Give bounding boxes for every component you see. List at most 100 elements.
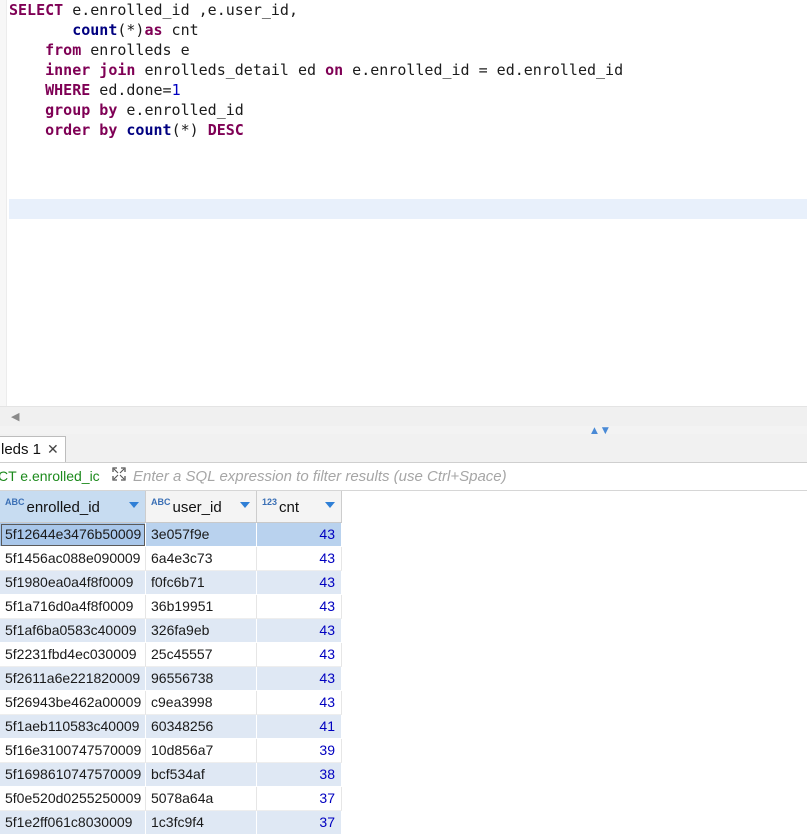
cell-user-id[interactable]: 1c3fc9f4	[146, 811, 257, 835]
cell-cnt[interactable]: 43	[257, 547, 342, 571]
code-line[interactable]: WHERE ed.done=1	[9, 80, 623, 100]
table-row[interactable]: 5f1456ac088e090009 6a4e3c73 43	[0, 547, 342, 571]
sql-text: cnt	[162, 21, 199, 39]
table-row[interactable]: 5f0e520d0255250009 5078a64a 37	[0, 787, 342, 811]
current-line-highlight	[9, 199, 807, 219]
table-row[interactable]: 5f1af6ba0583c40009 326fa9eb 43	[0, 619, 342, 643]
sql-code[interactable]: SELECT e.enrolled_id ,e.user_id, count(*…	[9, 0, 623, 140]
table-row[interactable]: 5f1a716d0a4f8f0009 36b19951 43	[0, 595, 342, 619]
cell-user-id[interactable]: 36b19951	[146, 595, 257, 619]
sql-text: e.enrolled_id ,e.user_id,	[63, 1, 298, 19]
results-grid[interactable]: ABC enrolled_id ABC user_id 123 cnt 5f12…	[0, 491, 342, 835]
cell-user-id[interactable]: 3e057f9e	[146, 523, 257, 547]
table-row[interactable]: 5f12644e3476b50009 3e057f9e 43	[0, 523, 342, 547]
cell-cnt[interactable]: 43	[257, 571, 342, 595]
close-icon[interactable]: ✕	[47, 441, 59, 458]
cell-enrolled-id[interactable]: 5f1698610747570009	[0, 763, 146, 787]
number-type-icon: 123	[262, 496, 278, 507]
sql-keyword: SELECT	[9, 1, 64, 19]
editor-results-splitter[interactable]: ▲▼	[0, 426, 807, 436]
tab-results-label: leds 1	[1, 441, 42, 458]
sort-dropdown-icon[interactable]	[240, 502, 250, 508]
sql-keyword: on	[325, 61, 344, 79]
cell-enrolled-id[interactable]: 5f0e520d0255250009	[0, 787, 146, 811]
cell-cnt[interactable]: 39	[257, 739, 342, 763]
query-prefix-text: CT e.enrolled_ic	[0, 468, 100, 484]
cell-cnt[interactable]: 43	[257, 619, 342, 643]
cell-user-id[interactable]: bcf534af	[146, 763, 257, 787]
sql-number: 1	[171, 81, 181, 99]
cell-enrolled-id[interactable]: 5f1456ac088e090009	[0, 547, 146, 571]
code-line[interactable]: order by count(*) DESC	[9, 120, 623, 140]
cell-enrolled-id[interactable]: 5f12644e3476b50009	[0, 523, 146, 547]
column-header-cnt[interactable]: 123 cnt	[257, 491, 342, 522]
cell-cnt[interactable]: 37	[257, 811, 342, 835]
code-line[interactable]: group by e.enrolled_id	[9, 100, 623, 120]
cell-enrolled-id[interactable]: 5f1e2ff061c8030009	[0, 811, 146, 835]
sort-dropdown-icon[interactable]	[325, 502, 335, 508]
cell-cnt[interactable]: 43	[257, 643, 342, 667]
table-row[interactable]: 5f1aeb110583c40009 60348256 41	[0, 715, 342, 739]
sql-keyword: as	[144, 21, 163, 39]
editor-gutter	[0, 0, 7, 406]
sql-keyword: order by	[45, 121, 118, 139]
editor-horizontal-scrollbar[interactable]: ◀	[0, 406, 807, 427]
cell-user-id[interactable]: 60348256	[146, 715, 257, 739]
column-label: cnt	[279, 499, 300, 516]
cell-user-id[interactable]: 10d856a7	[146, 739, 257, 763]
table-row[interactable]: 5f2231fbd4ec030009 25c45557 43	[0, 643, 342, 667]
code-line[interactable]: SELECT e.enrolled_id ,e.user_id,	[9, 0, 623, 20]
sql-text: ed.done=	[90, 81, 172, 99]
cell-user-id[interactable]: 6a4e3c73	[146, 547, 257, 571]
sql-keyword: group by	[45, 101, 118, 119]
tab-results[interactable]: leds 1 ✕	[0, 436, 66, 462]
column-header-enrolled-id[interactable]: ABC enrolled_id	[0, 491, 146, 522]
cell-enrolled-id[interactable]: 5f1a716d0a4f8f0009	[0, 595, 146, 619]
sql-function: count	[126, 121, 172, 139]
sql-keyword: from	[45, 41, 82, 59]
cell-user-id[interactable]: 96556738	[146, 667, 257, 691]
cell-cnt[interactable]: 37	[257, 787, 342, 811]
cell-enrolled-id[interactable]: 5f26943be462a00009	[0, 691, 146, 715]
cell-cnt[interactable]: 43	[257, 667, 342, 691]
table-row[interactable]: 5f1698610747570009 bcf534af 38	[0, 763, 342, 787]
cell-enrolled-id[interactable]: 5f16e3100747570009	[0, 739, 146, 763]
sql-editor[interactable]: SELECT e.enrolled_id ,e.user_id, count(*…	[0, 0, 807, 406]
cell-cnt[interactable]: 38	[257, 763, 342, 787]
code-line[interactable]: from enrolleds e	[9, 40, 623, 60]
table-row[interactable]: 5f16e3100747570009 10d856a7 39	[0, 739, 342, 763]
table-row[interactable]: 5f2611a6e221820009 96556738 43	[0, 667, 342, 691]
sql-function: count	[72, 21, 118, 39]
filter-input[interactable]	[133, 466, 793, 486]
results-tab-bar: leds 1 ✕	[0, 434, 807, 463]
sort-dropdown-icon[interactable]	[129, 502, 139, 508]
cell-enrolled-id[interactable]: 5f1980ea0a4f8f0009	[0, 571, 146, 595]
table-row[interactable]: 5f26943be462a00009 c9ea3998 43	[0, 691, 342, 715]
filter-bar: CT e.enrolled_ic	[0, 463, 807, 491]
cell-enrolled-id[interactable]: 5f2611a6e221820009	[0, 667, 146, 691]
cell-enrolled-id[interactable]: 5f1aeb110583c40009	[0, 715, 146, 739]
column-header-user-id[interactable]: ABC user_id	[146, 491, 257, 522]
cell-user-id[interactable]: 326fa9eb	[146, 619, 257, 643]
cell-cnt[interactable]: 43	[257, 523, 342, 547]
cell-cnt[interactable]: 41	[257, 715, 342, 739]
cell-user-id[interactable]: f0fc6b71	[146, 571, 257, 595]
code-line[interactable]: inner join enrolleds_detail ed on e.enro…	[9, 60, 623, 80]
expand-icon[interactable]	[111, 466, 127, 482]
sql-text: (*)	[117, 21, 145, 39]
cell-cnt[interactable]: 43	[257, 595, 342, 619]
cell-user-id[interactable]: 25c45557	[146, 643, 257, 667]
cell-user-id[interactable]: 5078a64a	[146, 787, 257, 811]
cell-cnt[interactable]: 43	[257, 691, 342, 715]
scroll-left-icon[interactable]: ◀	[11, 410, 19, 423]
column-label: enrolled_id	[26, 499, 100, 516]
cell-enrolled-id[interactable]: 5f2231fbd4ec030009	[0, 643, 146, 667]
table-row[interactable]: 5f1980ea0a4f8f0009 f0fc6b71 43	[0, 571, 342, 595]
code-line[interactable]: count(*)as cnt	[9, 20, 623, 40]
cell-user-id[interactable]: c9ea3998	[146, 691, 257, 715]
table-row[interactable]: 5f1e2ff061c8030009 1c3fc9f4 37	[0, 811, 342, 835]
cell-enrolled-id[interactable]: 5f1af6ba0583c40009	[0, 619, 146, 643]
